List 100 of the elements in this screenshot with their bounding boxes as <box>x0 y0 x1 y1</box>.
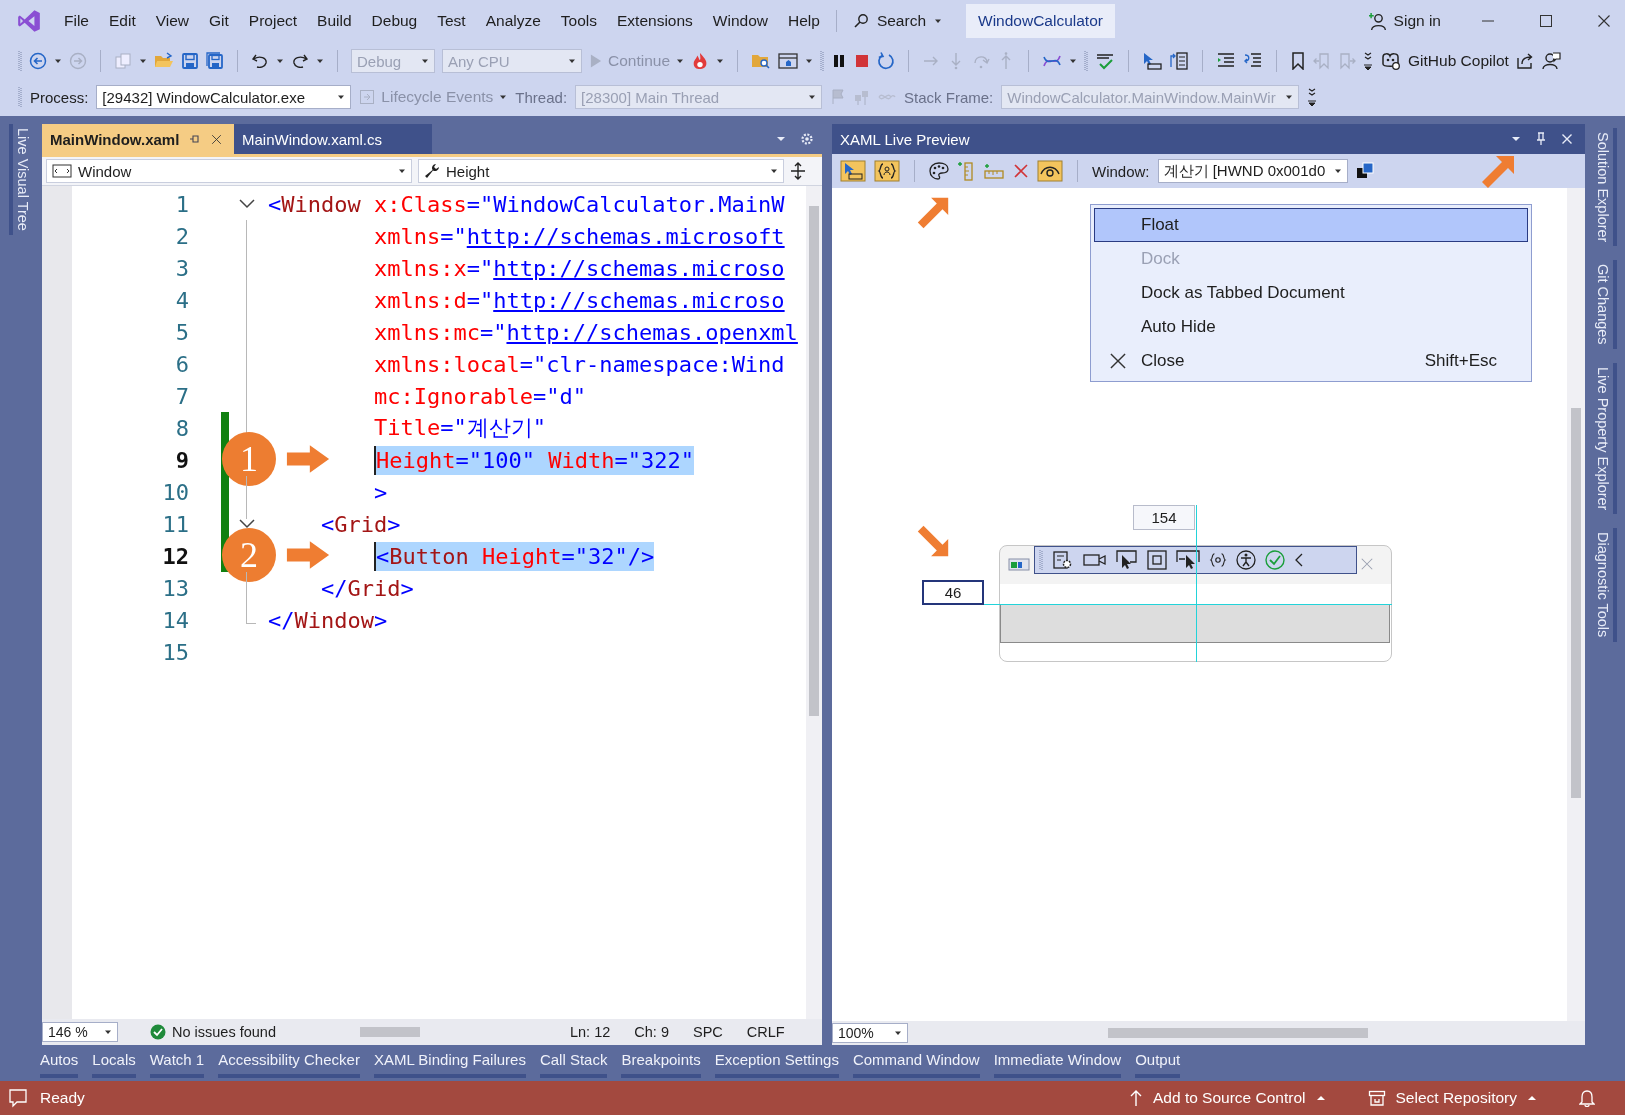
menu-item[interactable]: Project <box>238 8 308 34</box>
feedback-icon[interactable] <box>1540 52 1561 70</box>
restart-icon[interactable] <box>877 52 896 70</box>
navigation-dropdown[interactable]: Window <box>46 159 412 183</box>
menu-item[interactable]: File <box>54 8 99 34</box>
annotation-arrow <box>286 540 330 570</box>
editor-tab[interactable]: MainWindow.xaml.cs <box>234 124 432 154</box>
notification-icon[interactable] <box>8 1088 28 1108</box>
menu-item[interactable]: Dock as Tabbed Document <box>1094 276 1528 310</box>
bell-icon[interactable] <box>1579 1089 1595 1107</box>
menu-item[interactable]: Build <box>307 8 362 34</box>
menu-item[interactable]: Window <box>702 8 778 34</box>
repository-button[interactable]: Select Repository <box>1367 1089 1537 1107</box>
stop-icon[interactable] <box>854 52 871 70</box>
menu-item[interactable]: Debug <box>361 8 428 34</box>
side-tab[interactable]: Git Changes <box>1593 260 1617 350</box>
line-number: 10 <box>161 479 189 505</box>
caret-icon[interactable] <box>276 57 284 65</box>
window-selector[interactable]: 계산기 [HWND 0x001d0 <box>1157 159 1348 183</box>
search-box[interactable]: Search <box>842 8 952 34</box>
caret-icon[interactable] <box>54 57 62 65</box>
menu-item[interactable]: Tools <box>550 8 608 34</box>
maximize-icon[interactable] <box>1539 14 1553 28</box>
indent-icon[interactable] <box>1216 52 1237 70</box>
video-icon[interactable] <box>1083 552 1107 568</box>
side-tab[interactable]: Live Visual Tree <box>9 124 33 235</box>
check-icon[interactable] <box>1265 550 1285 570</box>
menu-item[interactable]: Analyze <box>475 8 551 34</box>
pointer-icon[interactable] <box>1142 52 1163 70</box>
collapse-icon[interactable] <box>1294 552 1304 568</box>
select-element-icon[interactable] <box>840 160 866 182</box>
side-tab[interactable]: Diagnostic Tools <box>1593 528 1617 642</box>
binding-icon[interactable] <box>874 160 900 182</box>
document-panel-icon[interactable] <box>1169 52 1190 70</box>
zoom-dropdown[interactable]: 100% <box>832 1023 908 1043</box>
windows-icon[interactable] <box>1355 162 1374 180</box>
caret-icon[interactable] <box>316 57 324 65</box>
menu-item[interactable]: View <box>145 8 200 34</box>
caret-icon[interactable] <box>805 57 814 65</box>
caret-icon[interactable] <box>1069 57 1078 65</box>
navigation-dropdown[interactable]: Height <box>418 159 784 183</box>
menu-item[interactable]: Git <box>199 8 239 34</box>
undo-icon[interactable] <box>251 52 269 70</box>
menu-item[interactable]: Edit <box>99 8 146 34</box>
save-all-icon[interactable] <box>206 52 224 70</box>
accessibility-icon[interactable] <box>1236 550 1256 570</box>
collapse-icon[interactable] <box>238 519 255 529</box>
caret-icon[interactable] <box>139 57 147 65</box>
pin-icon[interactable] <box>1535 132 1547 146</box>
overflow-icon[interactable] <box>1307 88 1318 106</box>
open-folder-icon[interactable] <box>154 52 174 70</box>
select-icon[interactable] <box>1176 550 1200 570</box>
caret-icon <box>398 167 406 175</box>
menu-item[interactable]: Auto Hide <box>1094 310 1528 344</box>
share-icon[interactable] <box>1515 52 1534 70</box>
caret-icon[interactable] <box>776 136 786 142</box>
toolbar-grip[interactable] <box>18 50 22 72</box>
caret-icon[interactable] <box>716 57 725 65</box>
visual-studio-logo[interactable] <box>16 8 42 34</box>
menu-item[interactable]: Extensions <box>607 8 703 34</box>
vertical-scrollbar[interactable] <box>1567 188 1585 1021</box>
toolbar-grip[interactable] <box>820 50 825 72</box>
overflow-icon[interactable] <box>1363 52 1374 70</box>
side-tab[interactable]: Solution Explorer <box>1593 128 1617 247</box>
back-icon[interactable] <box>29 52 47 70</box>
toolbar-grip[interactable] <box>18 86 22 108</box>
close-icon[interactable] <box>1597 14 1611 28</box>
menu-item[interactable]: Close Shift+Esc <box>1094 344 1528 378</box>
pin-icon[interactable] <box>189 133 202 145</box>
bookmark-icon[interactable] <box>1290 52 1307 70</box>
properties-icon[interactable] <box>1052 550 1074 570</box>
spell-check-icon[interactable] <box>1095 52 1116 70</box>
menu-item[interactable]: Test <box>427 8 476 34</box>
toolbar-grip[interactable] <box>1039 549 1043 571</box>
clear-icon[interactable] <box>1013 163 1029 179</box>
process-dropdown[interactable]: [29432] WindowCalculator.exe <box>96 85 352 109</box>
redo-icon[interactable] <box>291 52 309 70</box>
editor-tab[interactable]: MainWindow.xaml <box>42 124 234 154</box>
split-icon[interactable] <box>790 162 806 180</box>
menu-item[interactable]: Help <box>778 8 830 34</box>
toolbar-grip[interactable] <box>1084 50 1089 72</box>
save-icon[interactable] <box>181 52 199 70</box>
side-tab[interactable]: Live Property Explorer <box>1593 363 1617 515</box>
frame-icon[interactable] <box>1147 550 1167 570</box>
menu-item[interactable]: Float <box>1094 208 1528 242</box>
vertical-scrollbar[interactable] <box>806 186 822 1019</box>
caret-icon[interactable] <box>1511 136 1521 142</box>
window-icon[interactable] <box>778 52 799 70</box>
select-icon[interactable] <box>1116 550 1138 570</box>
sign-in-button[interactable]: Sign in <box>1368 11 1441 31</box>
zoom-dropdown[interactable]: 146 % <box>42 1022 118 1042</box>
eye-icon[interactable] <box>1037 160 1063 182</box>
close-icon[interactable] <box>211 133 223 145</box>
settings-icon[interactable] <box>800 132 814 146</box>
outdent-icon[interactable] <box>1243 52 1264 70</box>
palette-icon[interactable] <box>929 162 949 180</box>
source-control-button[interactable]: Add to Source Control <box>1129 1089 1326 1107</box>
folder-search-icon[interactable] <box>751 52 772 70</box>
copilot-button[interactable]: GitHub Copilot <box>1380 52 1509 70</box>
binding-icon[interactable] <box>1209 552 1227 568</box>
